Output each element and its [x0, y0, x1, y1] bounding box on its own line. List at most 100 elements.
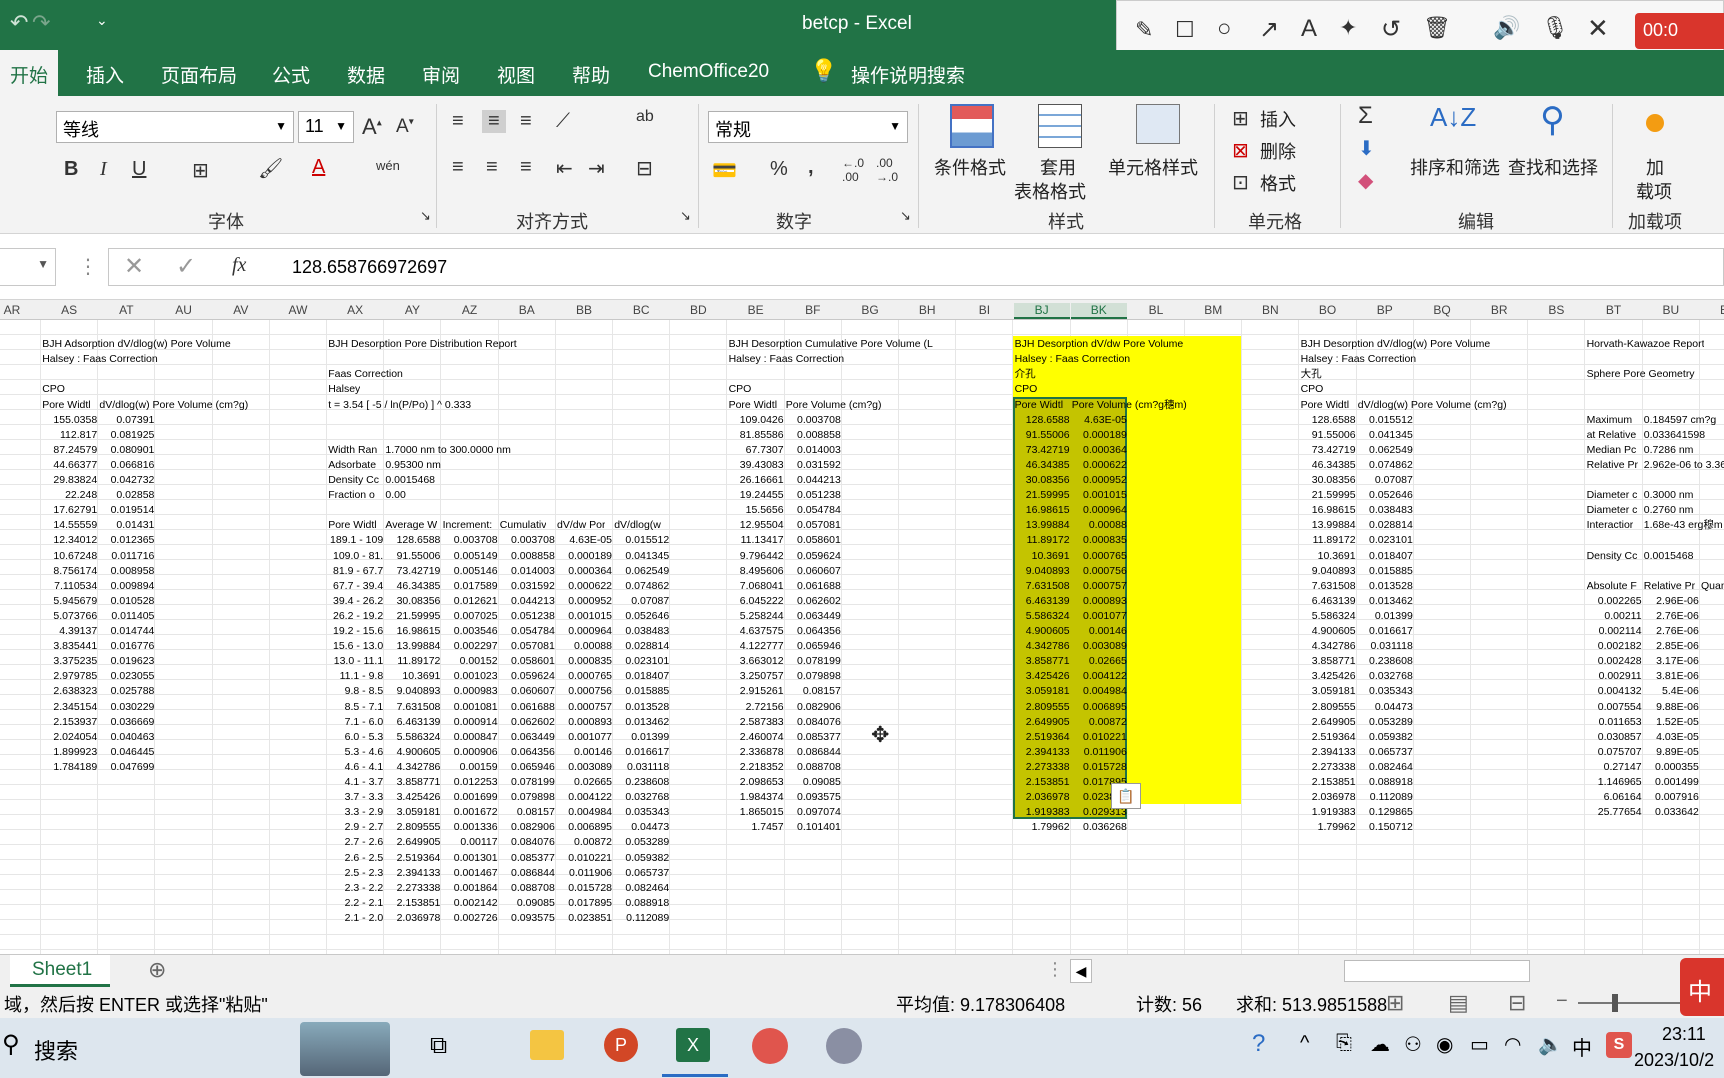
hk-value[interactable]: 0.184597 cm?g	[1644, 413, 1716, 428]
pore-width-cell[interactable]: 2.394133	[1301, 745, 1356, 760]
table-format-icon[interactable]	[1038, 104, 1082, 148]
range-cell[interactable]: 109.0 - 81.	[328, 549, 383, 564]
pore-width-cell[interactable]: 22.248	[42, 488, 97, 503]
incremental-cell[interactable]: 0.002142	[443, 896, 498, 911]
cumulative-cell[interactable]: 0.09085	[500, 896, 555, 911]
block-subtitle[interactable]: Sphere Pore Geometry	[1587, 367, 1695, 382]
column-header-bh[interactable]: BH	[899, 303, 955, 317]
cpo-label[interactable]: CPO	[1015, 382, 1038, 397]
tab-home[interactable]: 开始	[10, 61, 48, 88]
column-header-bk[interactable]: BK	[1070, 303, 1127, 319]
speaker-icon[interactable]: 🔊	[1493, 15, 1520, 41]
incremental-cell[interactable]: 0.012253	[443, 775, 498, 790]
pore-width-cell[interactable]: 3.835441	[42, 639, 97, 654]
quantity-cell[interactable]: 72.7	[1701, 730, 1724, 745]
pore-volume-cell[interactable]: 0.025788	[99, 684, 155, 699]
pore-width-cell[interactable]: 16.98615	[1301, 503, 1356, 518]
task-view-icon[interactable]: ⧉	[430, 1032, 447, 1060]
average-width-cell[interactable]: 73.42719	[385, 564, 441, 579]
zoom-slider-thumb[interactable]	[1612, 994, 1618, 1012]
pore-width-cell[interactable]: 1.7457	[729, 820, 783, 835]
meta-label[interactable]: Density Cc	[328, 473, 379, 488]
average-width-cell[interactable]: 91.55006	[385, 549, 441, 564]
average-width-cell[interactable]: 4.900605	[385, 745, 441, 760]
pore-width-cell[interactable]: 2.915261	[729, 684, 784, 699]
absolute-pressure-cell[interactable]: 0.030857	[1587, 730, 1642, 745]
range-cell[interactable]: 3.3 - 2.9	[328, 805, 384, 820]
pore-volume-cell[interactable]: 0.061688	[786, 579, 841, 594]
pore-width-cell[interactable]: 2.649905	[1301, 715, 1356, 730]
range-cell[interactable]: 4.1 - 3.7	[328, 775, 384, 790]
dvdw-cell[interactable]: 0.017895	[557, 896, 612, 911]
pore-volume-cell[interactable]: 0.003089	[1072, 639, 1127, 654]
pore-width-cell[interactable]: 3.858771	[1015, 654, 1070, 669]
column-label[interactable]: dV/dlog(w) Pore Volume (cm?g)	[1358, 398, 1507, 413]
absolute-pressure-cell[interactable]: 0.002114	[1587, 624, 1642, 639]
pore-width-cell[interactable]: 2.153937	[42, 715, 97, 730]
pore-volume-cell[interactable]: 0.040463	[99, 730, 155, 745]
dvdlog-cell[interactable]: 0.038483	[614, 624, 669, 639]
average-width-cell[interactable]: 30.08356	[385, 594, 441, 609]
block-subtitle[interactable]: Halsey : Faas Correction	[729, 352, 845, 367]
average-width-cell[interactable]: 7.631508	[385, 700, 441, 715]
pore-volume-cell[interactable]: 0.00088	[1072, 518, 1127, 533]
dvdlog-cell[interactable]: 0.059382	[614, 851, 669, 866]
meta-label[interactable]: Width Ran	[328, 443, 377, 458]
block-subtitle[interactable]: Halsey : Faas Correction	[1301, 352, 1417, 367]
pore-volume-cell[interactable]: 0.000364	[1072, 443, 1127, 458]
hk-label[interactable]: Density Cc	[1587, 549, 1638, 564]
hk-value[interactable]: 0.3000 nm	[1644, 488, 1694, 503]
page-break-view-icon[interactable]: ⊟	[1508, 990, 1526, 1016]
dialog-launcher-icon[interactable]: ↘	[680, 208, 691, 224]
incremental-cell[interactable]: 0.003708	[443, 533, 498, 548]
range-cell[interactable]: 6.0 - 5.3	[328, 730, 384, 745]
dvdlog-cell[interactable]: 0.082464	[614, 881, 669, 896]
pore-volume-cell[interactable]: 0.014003	[786, 443, 841, 458]
pore-volume-cell[interactable]: 0.019514	[99, 503, 155, 518]
meta-value[interactable]: 1.7000 nm to 300.0000 nm	[385, 443, 511, 458]
average-width-cell[interactable]: 13.99884	[385, 639, 441, 654]
magic-wand-icon[interactable]: ✦	[1339, 15, 1357, 41]
pore-width-cell[interactable]: 11.13417	[729, 533, 784, 548]
column-label[interactable]: Pore Widtl	[1015, 398, 1063, 413]
pore-width-cell[interactable]: 73.42719	[1301, 443, 1356, 458]
pore-volume-cell[interactable]: 0.07087	[1358, 473, 1413, 488]
tab-page-layout[interactable]: 页面布局	[161, 61, 237, 88]
pore-volume-cell[interactable]: 0.07391	[99, 413, 154, 428]
pore-width-cell[interactable]: 10.67248	[42, 549, 97, 564]
dvdlog-cell[interactable]: 0.013528	[614, 700, 669, 715]
pore-width-cell[interactable]: 7.068041	[729, 579, 784, 594]
pore-volume-cell[interactable]: 0.011405	[99, 609, 154, 624]
orientation-icon[interactable]: ⟋	[556, 110, 570, 133]
pore-width-cell[interactable]: 1.79962	[1301, 820, 1356, 835]
pore-volume-cell[interactable]: 0.001077	[1072, 609, 1127, 624]
dvdw-cell[interactable]: 0.006895	[557, 820, 612, 835]
percent-icon[interactable]: %	[770, 158, 788, 181]
table-format-button-line1[interactable]: 套用	[1040, 154, 1076, 180]
pore-volume-cell[interactable]: 0.01431	[99, 518, 154, 533]
dvdw-cell[interactable]: 0.000765	[557, 669, 612, 684]
app-icon[interactable]	[826, 1028, 862, 1064]
quantity-cell[interactable]: 32.3	[1701, 654, 1724, 669]
dvdlog-cell[interactable]: 0.052646	[614, 609, 669, 624]
dvdlog-cell[interactable]: 0.015512	[614, 533, 669, 548]
undo-icon[interactable]: ↶	[10, 10, 28, 36]
column-label[interactable]: Quan	[1701, 579, 1724, 594]
rectangle-icon[interactable]: ☐	[1175, 17, 1195, 43]
column-header-bu[interactable]: BU	[1643, 303, 1699, 317]
pore-width-cell[interactable]: 1.899923	[42, 745, 97, 760]
range-cell[interactable]: 7.1 - 6.0	[328, 715, 384, 730]
relative-pressure-cell[interactable]: 9.89E-05	[1644, 745, 1699, 760]
dialog-launcher-icon[interactable]: ↘	[420, 208, 431, 224]
pore-volume-cell[interactable]: 0.015885	[1358, 564, 1413, 579]
column-header-bg[interactable]: BG	[842, 303, 898, 317]
absolute-pressure-cell[interactable]: 6.06164	[1587, 790, 1642, 805]
pore-width-cell[interactable]: 13.99884	[1015, 518, 1070, 533]
pore-volume-cell[interactable]: 0.000622	[1072, 458, 1127, 473]
dvdlog-cell[interactable]: 0.088918	[614, 896, 669, 911]
absolute-pressure-cell[interactable]: 0.004132	[1587, 684, 1642, 699]
pore-width-cell[interactable]: 12.34012	[42, 533, 97, 548]
pore-width-cell[interactable]: 3.059181	[1015, 684, 1070, 699]
pore-width-cell[interactable]: 6.463139	[1015, 594, 1070, 609]
dvdlog-cell[interactable]: 0.031118	[614, 760, 669, 775]
